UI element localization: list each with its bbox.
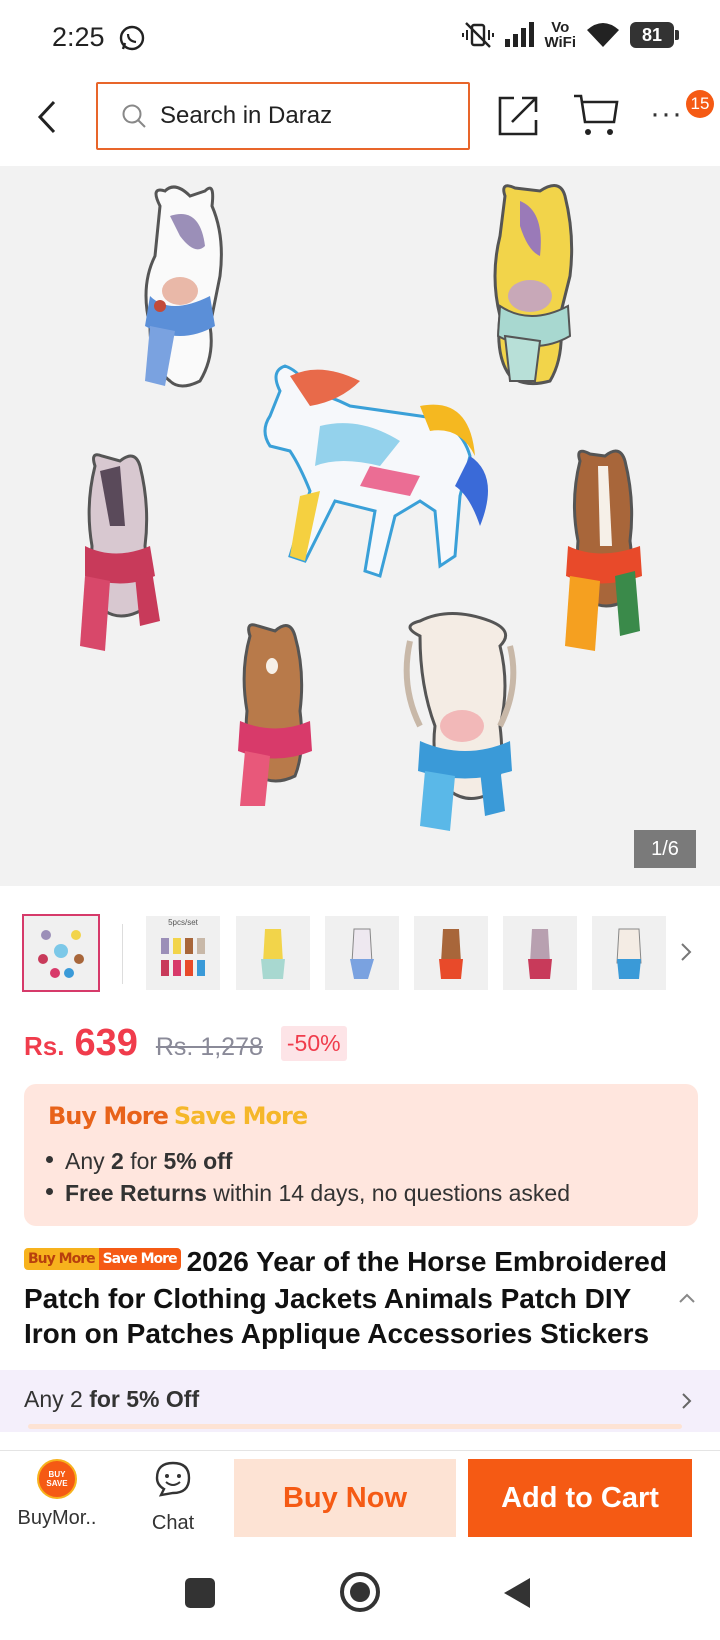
notification-badge: 15 xyxy=(686,90,714,118)
promo-title: Buy More Save More xyxy=(48,1102,308,1130)
buy-now-button[interactable]: Buy Now xyxy=(234,1459,456,1537)
thumbnail-image xyxy=(528,929,552,979)
discount-badge: -50% xyxy=(280,1026,347,1061)
buy-more-save-more-tag: Buy More Save More xyxy=(24,1242,181,1277)
back-triangle-icon[interactable] xyxy=(502,1576,532,1610)
search-input[interactable]: Search in Daraz xyxy=(96,82,470,150)
horse-patch-red-scarf xyxy=(80,453,160,651)
horse-patch-plaid-scarf xyxy=(565,449,642,651)
thumbnail-3[interactable] xyxy=(236,916,310,990)
thumbnail-4[interactable] xyxy=(325,916,399,990)
thumbnail-7[interactable] xyxy=(592,916,666,990)
horse-patch-rainbow xyxy=(263,364,488,578)
thumbnail-image xyxy=(350,928,374,979)
thumbnail-image xyxy=(261,929,285,979)
buy-more-save-more-icon: BUY SAVE xyxy=(37,1459,77,1499)
offer-progress-bar xyxy=(28,1424,682,1429)
add-to-cart-button[interactable]: Add to Cart xyxy=(468,1459,692,1537)
thumbnail-caption: 5pcs/set xyxy=(168,918,198,927)
horse-patch-yellow xyxy=(493,184,574,386)
offer-strip[interactable]: Any 2 for 5% Off xyxy=(0,1370,720,1432)
recents-button[interactable] xyxy=(185,1578,215,1608)
chevron-right-icon[interactable] xyxy=(674,934,698,970)
status-bar: 2:25 Vo WiFi 81 xyxy=(0,0,720,78)
chat-button[interactable]: Chat xyxy=(130,1459,216,1539)
cart-icon[interactable] xyxy=(572,92,620,138)
product-image[interactable] xyxy=(0,166,720,886)
thumbnail-1[interactable] xyxy=(22,914,100,992)
original-price: Rs. 1,278 xyxy=(155,1033,263,1061)
status-icons: Vo WiFi 81 xyxy=(462,19,679,51)
status-time: 2:25 xyxy=(52,22,105,52)
search-placeholder: Search in Daraz xyxy=(160,102,333,129)
image-counter: 1/6 xyxy=(634,830,696,868)
thumbnail-5[interactable] xyxy=(414,916,488,990)
chat-icon xyxy=(155,1461,191,1497)
top-header: Search in Daraz ··· 15 xyxy=(0,78,720,166)
product-title: Buy More Save More 2026 Year of the Horse … xyxy=(24,1244,674,1351)
horse-patch-white-mane xyxy=(403,612,517,831)
buymore-label: BuyMor.. xyxy=(17,1507,97,1529)
back-arrow-icon[interactable] xyxy=(30,92,66,142)
thumbnail-image xyxy=(616,928,642,979)
buymore-button[interactable]: BUY SAVE BuyMor.. xyxy=(14,1459,100,1539)
promo-box[interactable]: Buy More Save More Any 2 for 5% off Free … xyxy=(24,1084,698,1226)
signal-icon xyxy=(505,22,535,47)
price-row: Rs. 639 Rs. 1,278 -50% xyxy=(24,1022,347,1065)
thumbnail-6[interactable] xyxy=(503,916,577,990)
thumbnail-image xyxy=(439,929,463,979)
chevron-up-icon[interactable] xyxy=(676,1290,698,1306)
promo-line-returns: Free Returns within 14 days, no question… xyxy=(46,1180,570,1207)
whatsapp-icon xyxy=(119,25,145,51)
thumbnail-image xyxy=(161,938,205,976)
offer-text: Any 2 for 5% Off xyxy=(24,1386,200,1412)
share-icon[interactable] xyxy=(496,94,540,138)
current-price: 639 xyxy=(74,1022,138,1064)
horse-patch-purple-scarf xyxy=(144,185,223,388)
thumbnail-divider xyxy=(122,924,123,984)
promo-line-discount: Any 2 for 5% off xyxy=(46,1148,232,1175)
price-currency: Rs. xyxy=(24,1031,65,1061)
system-nav-bar xyxy=(0,1552,720,1640)
chevron-right-icon xyxy=(682,1393,692,1409)
product-photo xyxy=(80,184,642,831)
bottom-action-bar: BUY SAVE BuyMor.. Chat Buy Now Add to Car… xyxy=(0,1450,720,1552)
battery-indicator: 81 xyxy=(630,22,679,48)
vowifi-label: Vo WiFi xyxy=(544,19,576,51)
chat-label: Chat xyxy=(151,1512,195,1534)
thumbnail-image xyxy=(38,930,84,978)
wifi-icon xyxy=(587,23,619,47)
thumbnail-2[interactable]: 5pcs/set xyxy=(146,916,220,990)
thumbnail-strip: 5pcs/set xyxy=(22,914,702,994)
horse-patch-brown xyxy=(238,623,312,806)
search-icon xyxy=(122,104,146,128)
home-button[interactable] xyxy=(340,1572,380,1612)
vibrate-mute-icon xyxy=(462,22,495,48)
